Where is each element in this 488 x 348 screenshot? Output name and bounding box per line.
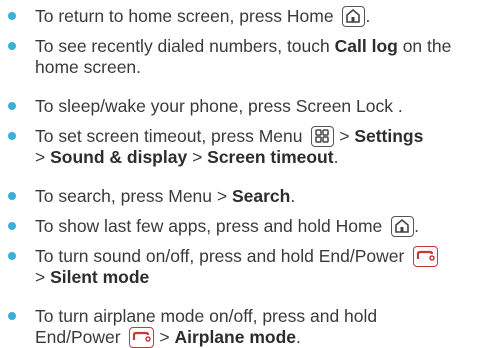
bullet — [8, 102, 16, 110]
bullet — [8, 42, 16, 50]
tip-text: To show last few apps, press and hold Ho… — [35, 216, 420, 237]
menu-icon — [311, 126, 335, 147]
tip-text: To search, press Menu > Search. — [35, 186, 296, 206]
end-power-icon — [413, 246, 439, 267]
tip-text: To see recently dialed numbers, touch Ca… — [35, 36, 452, 77]
bullet — [8, 312, 16, 320]
bullet — [8, 252, 16, 260]
bullet — [8, 222, 16, 230]
tip-text: To turn sound on/off, press and hold End… — [35, 246, 475, 288]
home-icon — [391, 216, 415, 237]
bullet — [8, 12, 16, 20]
tip-text: To set screen timeout, press Menu > Sett… — [35, 126, 424, 167]
end-power-icon — [129, 327, 155, 348]
tip-text: To sleep/wake your phone, press Screen L… — [35, 96, 403, 116]
bullet — [8, 192, 16, 200]
tip-text: To return to home screen, press Home . — [35, 6, 371, 27]
home-icon — [342, 6, 366, 27]
tip-text: To turn airplane mode on/off, press and … — [35, 306, 378, 348]
bullet — [8, 132, 16, 140]
